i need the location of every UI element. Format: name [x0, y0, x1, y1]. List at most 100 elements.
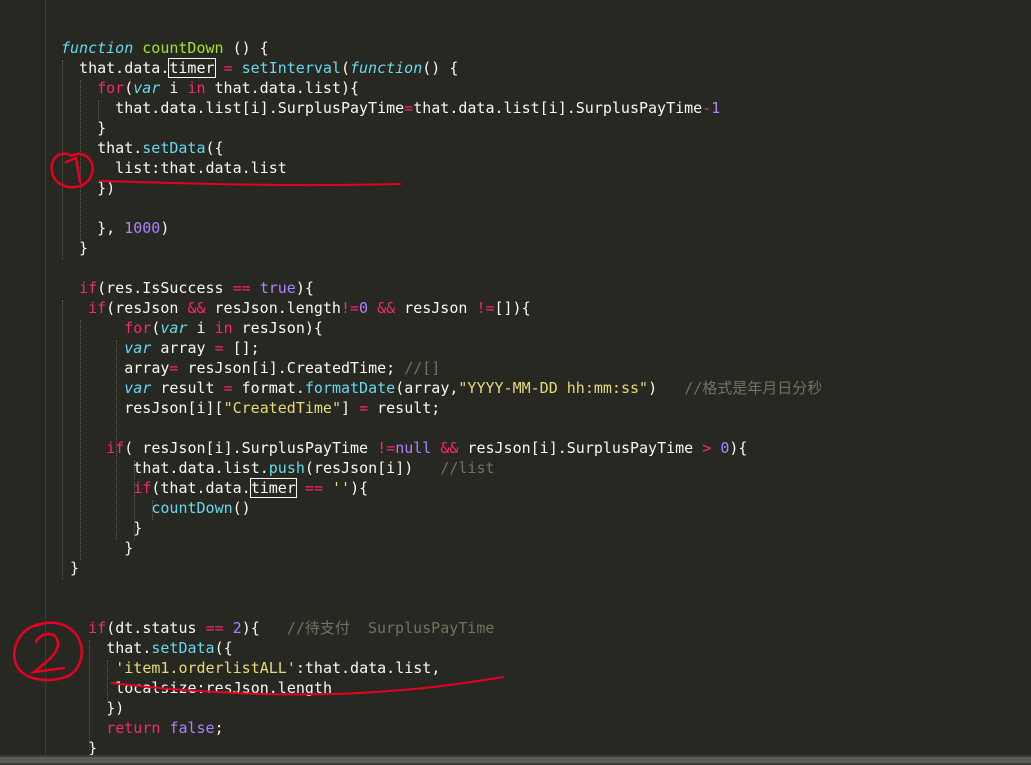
- code-token: &&: [187, 299, 206, 317]
- code-token: true: [259, 279, 296, 297]
- code-token: ( resJson[i].SurplusPayTime: [124, 439, 378, 457]
- code-token: (dt.status: [106, 619, 206, 637]
- code-line: array= resJson[i].CreatedTime; //[]: [52, 358, 440, 378]
- code-line: }, 1000): [61, 218, 169, 238]
- code-token: >: [702, 439, 712, 457]
- code-token: for: [97, 79, 125, 97]
- code-token: ;: [214, 719, 224, 737]
- code-token: :that.data.list,: [295, 659, 441, 677]
- code-token: function: [350, 59, 423, 77]
- horizontal-scrollbar[interactable]: [0, 755, 1031, 765]
- code-token: }: [61, 119, 107, 137]
- code-line: if(that.data.timer == ''){: [43, 478, 368, 498]
- code-token: ]: [341, 399, 360, 417]
- code-comment: //[]: [404, 359, 441, 377]
- code-comment: //格式是年月日分秒: [684, 379, 823, 397]
- code-editor[interactable]: function countDown () { that.data.timer …: [0, 0, 1031, 765]
- code-line: that.setData({: [43, 638, 233, 658]
- code-token: countDown: [142, 39, 224, 57]
- annotation-underline-1: [99, 180, 401, 187]
- code-line: }: [52, 558, 79, 578]
- code-token: (: [340, 59, 350, 77]
- code-token: that.: [61, 139, 143, 157]
- code-line: list:that.data.list: [61, 158, 287, 178]
- code-token: return: [106, 719, 161, 737]
- code-token: countDown: [151, 499, 233, 517]
- code-token: ==: [304, 479, 323, 497]
- code-line: var array = [];: [52, 338, 259, 358]
- code-token: }): [43, 699, 125, 717]
- code-token: =: [404, 99, 414, 117]
- code-token: ): [648, 379, 685, 397]
- code-token: for: [124, 319, 152, 337]
- code-token: resJson[i][: [52, 399, 224, 417]
- code-line: if(res.IsSuccess == true){: [61, 278, 314, 298]
- code-token: ): [160, 219, 170, 237]
- scrollbar-thumb[interactable]: [0, 757, 1031, 763]
- code-token: () {: [422, 59, 459, 77]
- code-token: that.data.: [61, 59, 170, 77]
- code-token: if: [133, 479, 152, 497]
- code-token: []){: [494, 299, 531, 317]
- code-string: 'item1.orderlistALL': [115, 659, 296, 677]
- code-token: array: [151, 339, 215, 357]
- code-token: that.data.list[i].SurplusPayTime: [413, 99, 703, 117]
- code-line: if(dt.status == 2){ //待支付 SurplusPayTime: [43, 618, 494, 638]
- code-line: for(var i in resJson){: [52, 318, 323, 338]
- code-token: that.data.list[i].SurplusPayTime: [61, 99, 405, 117]
- code-token: resJson){: [232, 319, 323, 337]
- code-token: &&: [377, 299, 396, 317]
- code-token: i: [187, 319, 215, 337]
- code-token: }: [52, 539, 134, 557]
- code-token: }: [43, 519, 143, 537]
- code-token: var: [124, 379, 152, 397]
- code-string: "CreatedTime": [223, 399, 341, 417]
- code-line: return false;: [43, 718, 224, 738]
- code-token: that.data.list.: [43, 459, 269, 477]
- code-line: }): [61, 178, 115, 198]
- code-token: ({: [214, 639, 233, 657]
- code-line: resJson[i]["CreatedTime"] = result;: [52, 398, 440, 418]
- find-match-highlight: timer: [249, 478, 297, 498]
- code-line: countDown(): [43, 498, 250, 518]
- code-comment: //待支付 SurplusPayTime: [286, 619, 495, 637]
- code-token: ==: [205, 619, 224, 637]
- code-line: }: [61, 238, 88, 258]
- code-line: if(resJson && resJson.length!=0 && resJs…: [61, 298, 531, 318]
- code-token: if: [106, 439, 125, 457]
- code-token: var: [160, 319, 188, 337]
- code-token: ){: [729, 439, 748, 457]
- code-token: list:that.data.list: [61, 159, 287, 177]
- code-token: false: [169, 719, 215, 737]
- code-token: (resJson: [106, 299, 188, 317]
- code-token: function: [61, 39, 134, 57]
- code-line: that.setData({: [61, 138, 223, 158]
- code-token: (array,: [395, 379, 459, 397]
- code-token: }: [61, 239, 89, 257]
- code-token: ){: [350, 479, 369, 497]
- code-token: formatDate: [304, 379, 396, 397]
- code-token: var: [133, 79, 161, 97]
- code-line: }: [52, 538, 133, 558]
- code-token: localsize:resJson.length: [43, 679, 332, 697]
- code-comment: //list: [440, 459, 495, 477]
- code-token: in: [214, 319, 233, 337]
- code-token: 1: [711, 99, 721, 117]
- code-token: var: [124, 339, 152, 357]
- code-token: format.: [232, 379, 305, 397]
- code-token: setData: [142, 139, 206, 157]
- code-line: function countDown () {: [61, 38, 269, 58]
- code-line: }: [43, 518, 142, 538]
